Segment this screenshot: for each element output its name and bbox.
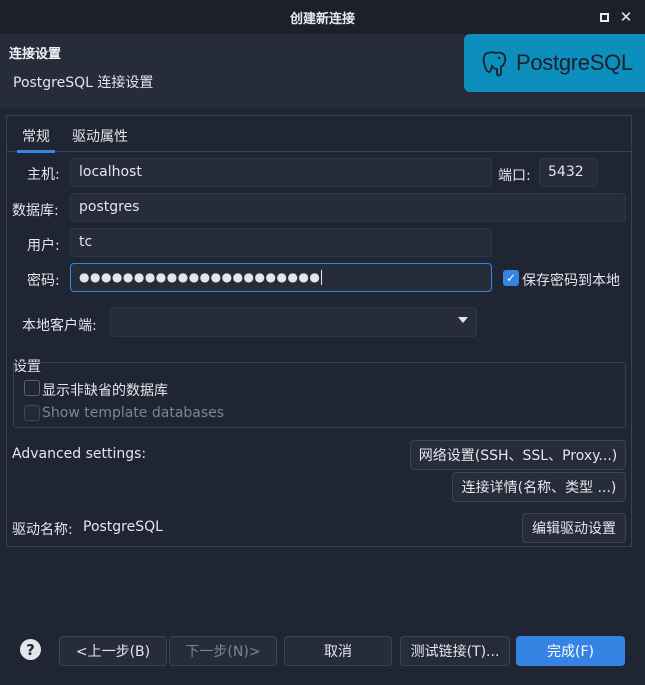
text-caret — [321, 270, 323, 285]
show-non-default-db-checkbox[interactable] — [24, 380, 40, 396]
database-label: 数据库: — [12, 203, 59, 219]
dialog-header: 连接设置 PostgreSQL 连接设置 PostgreSQL — [0, 34, 645, 108]
driver-name-label: 驱动名称: — [12, 522, 73, 538]
advanced-settings-label: Advanced settings: — [12, 446, 147, 462]
show-templates-checkbox[interactable] — [24, 405, 40, 421]
local-client-select[interactable] — [110, 307, 477, 337]
connection-details-button[interactable]: 连接详情(名称、类型 ...) — [452, 472, 626, 502]
postgresql-logo: PostgreSQL — [464, 34, 645, 92]
edit-driver-button[interactable]: 编辑驱动设置 — [522, 513, 626, 543]
database-field[interactable]: postgres — [70, 193, 626, 222]
show-non-default-db-label: 显示非缺省的数据库 — [42, 383, 168, 399]
finish-button[interactable]: 完成(F) — [516, 636, 625, 666]
host-field[interactable]: localhost — [70, 158, 492, 187]
header-title: 连接设置 — [9, 47, 62, 62]
test-connection-button[interactable]: 测试链接(T)... — [400, 636, 510, 666]
user-field[interactable]: tc — [70, 228, 492, 257]
check-icon: ✓ — [505, 271, 517, 285]
port-label: 端口: — [498, 168, 531, 184]
password-value: ●●●●●●●●●●●●●●●●●●●●●● — [79, 270, 321, 284]
show-templates-label: Show template databases — [42, 405, 225, 421]
back-button[interactable]: <上一步(B) — [59, 636, 167, 666]
header-subtitle: PostgreSQL 连接设置 — [13, 75, 154, 91]
save-password-label: 保存密码到本地 — [522, 273, 620, 289]
driver-name-value: PostgreSQL — [83, 519, 163, 535]
tab-bar: 常规 驱动属性 — [7, 116, 631, 153]
title-bar: 创建新连接 ✕ — [0, 0, 645, 34]
local-client-label: 本地客户端: — [22, 318, 97, 334]
connection-panel: 常规 驱动属性 主机: localhost 端口: 5432 数据库: post… — [6, 115, 632, 547]
elephant-icon — [482, 51, 507, 77]
tab-general[interactable]: 常规 — [17, 126, 55, 153]
host-label: 主机: — [27, 167, 60, 183]
next-button[interactable]: 下一步(N)> — [169, 636, 277, 666]
network-settings-button[interactable]: 网络设置(SSH、SSL、Proxy...) — [410, 440, 626, 470]
help-icon[interactable]: ? — [20, 639, 41, 660]
close-icon[interactable]: ✕ — [618, 8, 634, 26]
logo-text: PostgreSQL — [516, 50, 633, 75]
user-label: 用户: — [27, 238, 60, 254]
cancel-button[interactable]: 取消 — [284, 636, 392, 666]
password-label: 密码: — [27, 273, 60, 289]
save-password-checkbox[interactable]: ✓ — [503, 270, 519, 286]
maximize-icon[interactable] — [596, 9, 612, 25]
password-field[interactable]: ●●●●●●●●●●●●●●●●●●●●●● — [70, 263, 492, 292]
port-field[interactable]: 5432 — [539, 158, 598, 187]
window-title: 创建新连接 — [289, 11, 355, 27]
chevron-down-icon — [458, 317, 468, 323]
tab-driver-properties[interactable]: 驱动属性 — [72, 126, 128, 146]
